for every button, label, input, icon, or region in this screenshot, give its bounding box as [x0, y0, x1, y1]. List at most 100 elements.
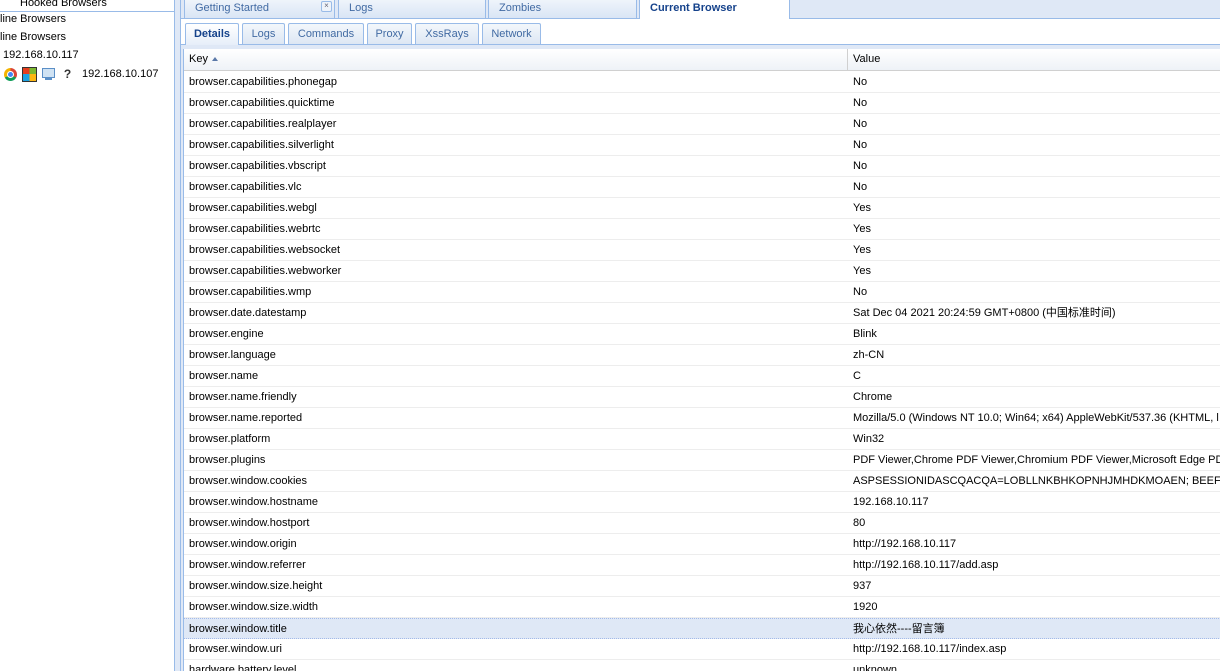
table-row[interactable]: browser.capabilities.vbscript No — [184, 156, 1220, 177]
table-row[interactable]: browser.name C — [184, 366, 1220, 387]
subtab-xssrays[interactable]: XssRays — [415, 23, 479, 44]
table-row[interactable]: browser.name.reported Mozilla/5.0 (Window… — [184, 408, 1220, 429]
key-cell: browser.capabilities.webworker — [189, 265, 342, 277]
value-cell: No — [853, 160, 868, 172]
key-cell: browser.window.title — [189, 623, 287, 635]
value-cell: Mozilla/5.0 (Windows NT 10.0; Win64; x64… — [853, 412, 1219, 424]
tab-zombies[interactable]: Zombies — [488, 0, 637, 18]
key-cell: browser.name.reported — [189, 412, 303, 424]
key-cell: browser.language — [189, 349, 276, 361]
table-row[interactable]: browser.window.referrer http://192.168.10… — [184, 555, 1220, 576]
table-row[interactable]: hardware.battery.level unknown — [184, 660, 1220, 671]
table-row[interactable]: browser.capabilities.phonegap No — [184, 72, 1220, 93]
table-row[interactable]: browser.plugins PDF Viewer,Chrome PDF Vie… — [184, 450, 1220, 471]
table-row[interactable]: browser.capabilities.webworker Yes — [184, 261, 1220, 282]
key-cell: browser.engine — [189, 328, 264, 340]
tab-logs[interactable]: Logs — [338, 0, 486, 18]
close-icon[interactable]: × — [321, 1, 332, 12]
value-cell: 937 — [853, 580, 872, 592]
sub-tab-bar: Details Logs Commands Proxy XssRays Netw… — [181, 19, 1220, 45]
subtab-commands[interactable]: Commands — [288, 23, 364, 44]
table-row[interactable]: browser.window.uri http://192.168.10.117/… — [184, 639, 1220, 660]
key-cell: browser.capabilities.quicktime — [189, 97, 335, 109]
value-cell: unknown — [853, 664, 898, 671]
table-row[interactable]: browser.name.friendly Chrome — [184, 387, 1220, 408]
column-header-key[interactable]: Key — [184, 49, 848, 70]
key-cell: browser.window.origin — [189, 538, 297, 550]
key-cell: browser.capabilities.silverlight — [189, 139, 334, 151]
computer-icon — [42, 68, 55, 80]
key-cell: hardware.battery.level — [189, 664, 297, 671]
table-row[interactable]: browser.capabilities.websocket Yes — [184, 240, 1220, 261]
key-cell: browser.capabilities.webgl — [189, 202, 317, 214]
value-cell: http://192.168.10.117/add.asp — [853, 559, 999, 571]
subtab-details[interactable]: Details — [185, 23, 239, 45]
top-tab-bar: Getting Started × Logs Zombies Current B… — [181, 0, 1220, 19]
value-cell: PDF Viewer,Chrome PDF Viewer,Chromium PD… — [853, 454, 1220, 466]
value-cell: No — [853, 181, 868, 193]
tab-getting-started[interactable]: Getting Started × — [184, 0, 335, 18]
sort-ascending-icon — [211, 57, 218, 61]
key-cell: browser.capabilities.phonegap — [189, 76, 337, 88]
table-row[interactable]: browser.capabilities.silverlight No — [184, 135, 1220, 156]
table-row[interactable]: browser.window.cookies ASPSESSIONIDASCQAC… — [184, 471, 1220, 492]
table-row[interactable]: browser.capabilities.wmp No — [184, 282, 1220, 303]
key-cell: browser.window.hostname — [189, 496, 319, 508]
value-cell: Sat Dec 04 2021 20:24:59 GMT+0800 (中国标准时… — [853, 307, 1116, 319]
value-cell: No — [853, 76, 868, 88]
key-cell: browser.window.size.width — [189, 601, 319, 613]
table-row[interactable]: browser.capabilities.webrtc Yes — [184, 219, 1220, 240]
value-cell: 80 — [853, 517, 866, 529]
key-cell: browser.window.hostport — [189, 517, 310, 529]
table-row[interactable]: browser.capabilities.vlc No — [184, 177, 1220, 198]
table-row[interactable]: browser.capabilities.realplayer No — [184, 114, 1220, 135]
value-cell: Chrome — [853, 391, 893, 403]
table-row[interactable]: browser.platform Win32 — [184, 429, 1220, 450]
value-cell: 1920 — [853, 601, 878, 613]
tree-node-online-browsers[interactable]: line Browsers — [0, 10, 66, 28]
tab-label: Getting Started — [195, 2, 269, 14]
value-cell: Blink — [853, 328, 877, 340]
key-cell: browser.capabilities.wmp — [189, 286, 312, 298]
table-row[interactable]: browser.capabilities.quicktime No — [184, 93, 1220, 114]
value-cell: zh-CN — [853, 349, 885, 361]
table-row[interactable]: browser.engine Blink — [184, 324, 1220, 345]
table-row[interactable]: browser.language zh-CN — [184, 345, 1220, 366]
value-cell: No — [853, 139, 868, 151]
table-row[interactable]: browser.date.datestamp Sat Dec 04 2021 20… — [184, 303, 1220, 324]
table-row[interactable]: browser.window.hostport 80 — [184, 513, 1220, 534]
key-cell: browser.date.datestamp — [189, 307, 307, 319]
tab-label: Zombies — [499, 2, 542, 14]
tree-node-host[interactable]: 192.168.10.117 — [3, 46, 79, 64]
table-row[interactable]: browser.capabilities.webgl Yes — [184, 198, 1220, 219]
value-cell: No — [853, 286, 868, 298]
subtab-logs[interactable]: Logs — [242, 23, 285, 44]
column-header-key-label: Key — [189, 53, 208, 65]
value-cell: ASPSESSIONIDASCQACQA=LOBLLNKBHKOPNHJMHDK… — [853, 475, 1220, 487]
value-cell: Yes — [853, 265, 871, 277]
chrome-icon — [4, 67, 17, 81]
question-icon: ? — [63, 66, 72, 81]
table-row[interactable]: browser.window.hostname 192.168.10.117 — [184, 492, 1220, 513]
value-cell: http://192.168.10.117 — [853, 538, 957, 550]
key-cell: browser.window.cookies — [189, 475, 308, 487]
tree-node-browser[interactable]: ? 192.168.10.107 — [4, 65, 158, 83]
value-cell: C — [853, 370, 861, 382]
grid-header: Key Value — [184, 49, 1220, 71]
key-cell: browser.capabilities.realplayer — [189, 118, 337, 130]
subtab-network[interactable]: Network — [482, 23, 541, 44]
table-row[interactable]: browser.window.size.width 1920 — [184, 597, 1220, 618]
value-cell: 我心依然----留言簿 — [853, 623, 945, 635]
tree-node-offline-browsers[interactable]: line Browsers — [0, 28, 66, 46]
column-header-value[interactable]: Value — [848, 49, 1220, 70]
table-row[interactable]: browser.window.title 我心依然----留言簿 — [184, 618, 1220, 639]
value-cell: http://192.168.10.117/index.asp — [853, 643, 1007, 655]
key-cell: browser.name — [189, 370, 259, 382]
key-cell: browser.window.referrer — [189, 559, 306, 571]
key-cell: browser.window.uri — [189, 643, 282, 655]
tab-current-browser[interactable]: Current Browser — [639, 0, 790, 19]
value-cell: 192.168.10.117 — [853, 496, 929, 508]
table-row[interactable]: browser.window.origin http://192.168.10.1… — [184, 534, 1220, 555]
table-row[interactable]: browser.window.size.height 937 — [184, 576, 1220, 597]
subtab-proxy[interactable]: Proxy — [367, 23, 412, 44]
